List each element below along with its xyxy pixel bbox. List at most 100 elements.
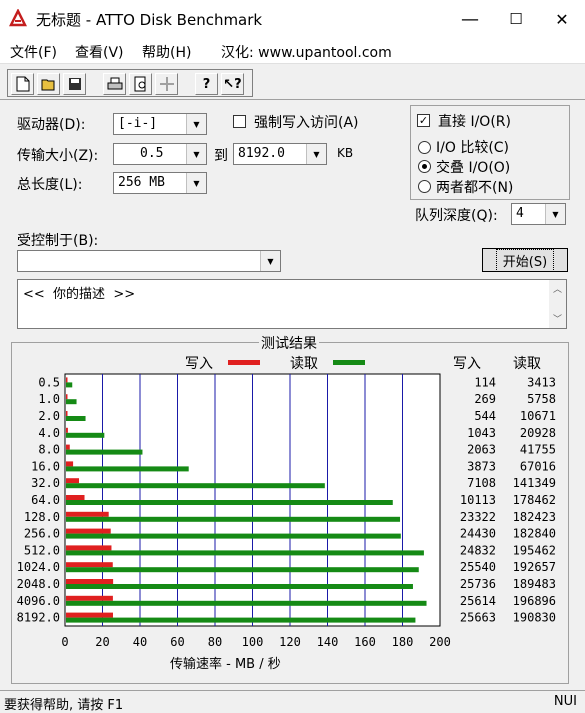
read-value: 182840 xyxy=(513,527,556,541)
total-length-select[interactable]: 256 MB ▼ xyxy=(113,172,207,194)
direct-io-checkbox[interactable]: ✓ xyxy=(417,114,430,127)
write-bar xyxy=(66,612,113,618)
neither-radio[interactable] xyxy=(418,180,431,193)
status-help-text: 要获得帮助, 请按 F1 xyxy=(4,698,124,713)
context-help-icon[interactable]: ↖? xyxy=(221,73,244,95)
drive-select[interactable]: [-i-] ▼ xyxy=(113,113,207,135)
read-value: 141349 xyxy=(513,476,556,490)
write-bar xyxy=(66,579,114,584)
read-bar xyxy=(66,600,427,606)
read-bar xyxy=(66,550,424,556)
write-bar xyxy=(66,595,113,601)
menu-file[interactable]: 文件(F) xyxy=(10,42,57,62)
write-value: 114 xyxy=(474,375,496,389)
new-icon[interactable] xyxy=(11,73,34,95)
read-bar xyxy=(66,567,419,573)
description-text: << 你的描述 >> xyxy=(23,287,136,302)
x-tick-label: 100 xyxy=(242,635,264,649)
controlled-by-select[interactable]: ▼ xyxy=(17,250,281,272)
menu-bar: 文件(F) 查看(V) 帮助(H) 汉化: www.upantool.com xyxy=(0,38,585,64)
read-bar xyxy=(66,466,189,472)
overlapped-io-radio[interactable] xyxy=(418,160,431,173)
read-bar xyxy=(66,516,401,522)
write-bar xyxy=(66,394,68,400)
status-bar: 要获得帮助, 请按 F1 NUI xyxy=(0,690,585,713)
x-tick-label: 60 xyxy=(170,635,184,649)
write-value: 23322 xyxy=(460,510,496,524)
read-value: 20928 xyxy=(520,426,556,440)
chevron-down-icon: ▼ xyxy=(545,204,565,224)
toolbar: ? ↖? xyxy=(0,66,585,100)
read-bar xyxy=(66,533,401,539)
menu-localized[interactable]: 汉化: www.upantool.com xyxy=(221,42,392,62)
y-tick-label: 256.0 xyxy=(24,527,60,541)
menu-view[interactable]: 查看(V) xyxy=(75,42,124,62)
direct-io-label: 直接 I/O(R) xyxy=(438,114,511,130)
save-icon[interactable] xyxy=(63,73,86,95)
write-bar xyxy=(66,528,111,534)
queue-depth-select[interactable]: 4 ▼ xyxy=(511,203,566,225)
x-tick-label: 20 xyxy=(95,635,109,649)
io-compare-radio[interactable] xyxy=(418,141,431,154)
y-tick-label: 4096.0 xyxy=(17,594,60,608)
write-value: 1043 xyxy=(467,426,496,440)
read-legend-swatch xyxy=(333,360,365,365)
read-bar xyxy=(66,449,143,455)
write-bar xyxy=(66,444,70,450)
write-value: 10113 xyxy=(460,493,496,507)
transfer-from-select[interactable]: 0.5 ▼ xyxy=(113,143,207,165)
transfer-to-select[interactable]: 8192.0 ▼ xyxy=(233,143,327,165)
neither-label: 两者都不(N) xyxy=(436,180,514,196)
scroll-up-icon[interactable]: ︿ xyxy=(553,282,562,295)
read-value: 189483 xyxy=(513,577,556,591)
y-tick-label: 8192.0 xyxy=(17,611,60,625)
read-value: 3413 xyxy=(527,375,556,389)
move-icon[interactable] xyxy=(155,73,178,95)
title-bar: 无标题 - ATTO Disk Benchmark — ☐ ✕ xyxy=(0,0,585,38)
x-tick-label: 120 xyxy=(279,635,301,649)
queue-depth-label: 队列深度(Q): xyxy=(415,208,498,224)
maximize-button[interactable]: ☐ xyxy=(493,0,539,38)
read-bar xyxy=(66,483,325,489)
open-icon[interactable] xyxy=(37,73,60,95)
menu-help[interactable]: 帮助(H) xyxy=(142,42,191,62)
write-value: 25736 xyxy=(460,577,496,591)
drive-label: 驱动器(D): xyxy=(17,117,86,133)
y-tick-label: 64.0 xyxy=(31,493,60,507)
write-value: 24832 xyxy=(460,543,496,557)
write-value: 25540 xyxy=(460,560,496,574)
print-preview-icon[interactable] xyxy=(129,73,152,95)
read-value: 67016 xyxy=(520,459,556,473)
write-value: 24430 xyxy=(460,527,496,541)
scroll-down-icon[interactable]: ﹀ xyxy=(553,312,562,325)
y-tick-label: 1024.0 xyxy=(17,560,60,574)
transfer-size-label: 传输大小(Z): xyxy=(17,148,99,164)
y-tick-label: 4.0 xyxy=(38,426,60,440)
read-value: 182423 xyxy=(513,510,556,524)
y-tick-label: 2048.0 xyxy=(17,577,60,591)
write-value: 7108 xyxy=(467,476,496,490)
write-value: 544 xyxy=(474,409,496,423)
y-tick-label: 1.0 xyxy=(38,392,60,406)
read-bar xyxy=(66,382,73,388)
close-button[interactable]: ✕ xyxy=(539,0,585,38)
force-write-checkbox[interactable] xyxy=(233,115,246,128)
total-length-label: 总长度(L): xyxy=(17,177,83,193)
help-icon[interactable]: ? xyxy=(195,73,218,95)
read-value: 10671 xyxy=(520,409,556,423)
minimize-button[interactable]: — xyxy=(447,0,493,38)
description-scrollbar[interactable]: ︿ ﹀ xyxy=(549,280,566,328)
write-bar xyxy=(66,377,68,383)
write-bar xyxy=(66,545,112,551)
write-bar xyxy=(66,427,68,433)
overlapped-io-label: 交叠 I/O(O) xyxy=(436,160,511,176)
x-tick-label: 40 xyxy=(133,635,147,649)
description-box[interactable]: << 你的描述 >> ︿ ﹀ xyxy=(17,279,567,329)
x-tick-label: 140 xyxy=(317,635,339,649)
atto-app-icon xyxy=(9,9,27,27)
read-bar xyxy=(66,617,416,623)
print-icon[interactable] xyxy=(103,73,126,95)
x-tick-label: 80 xyxy=(208,635,222,649)
start-button[interactable]: 开始(S) xyxy=(482,248,568,272)
read-value: 41755 xyxy=(520,443,556,457)
